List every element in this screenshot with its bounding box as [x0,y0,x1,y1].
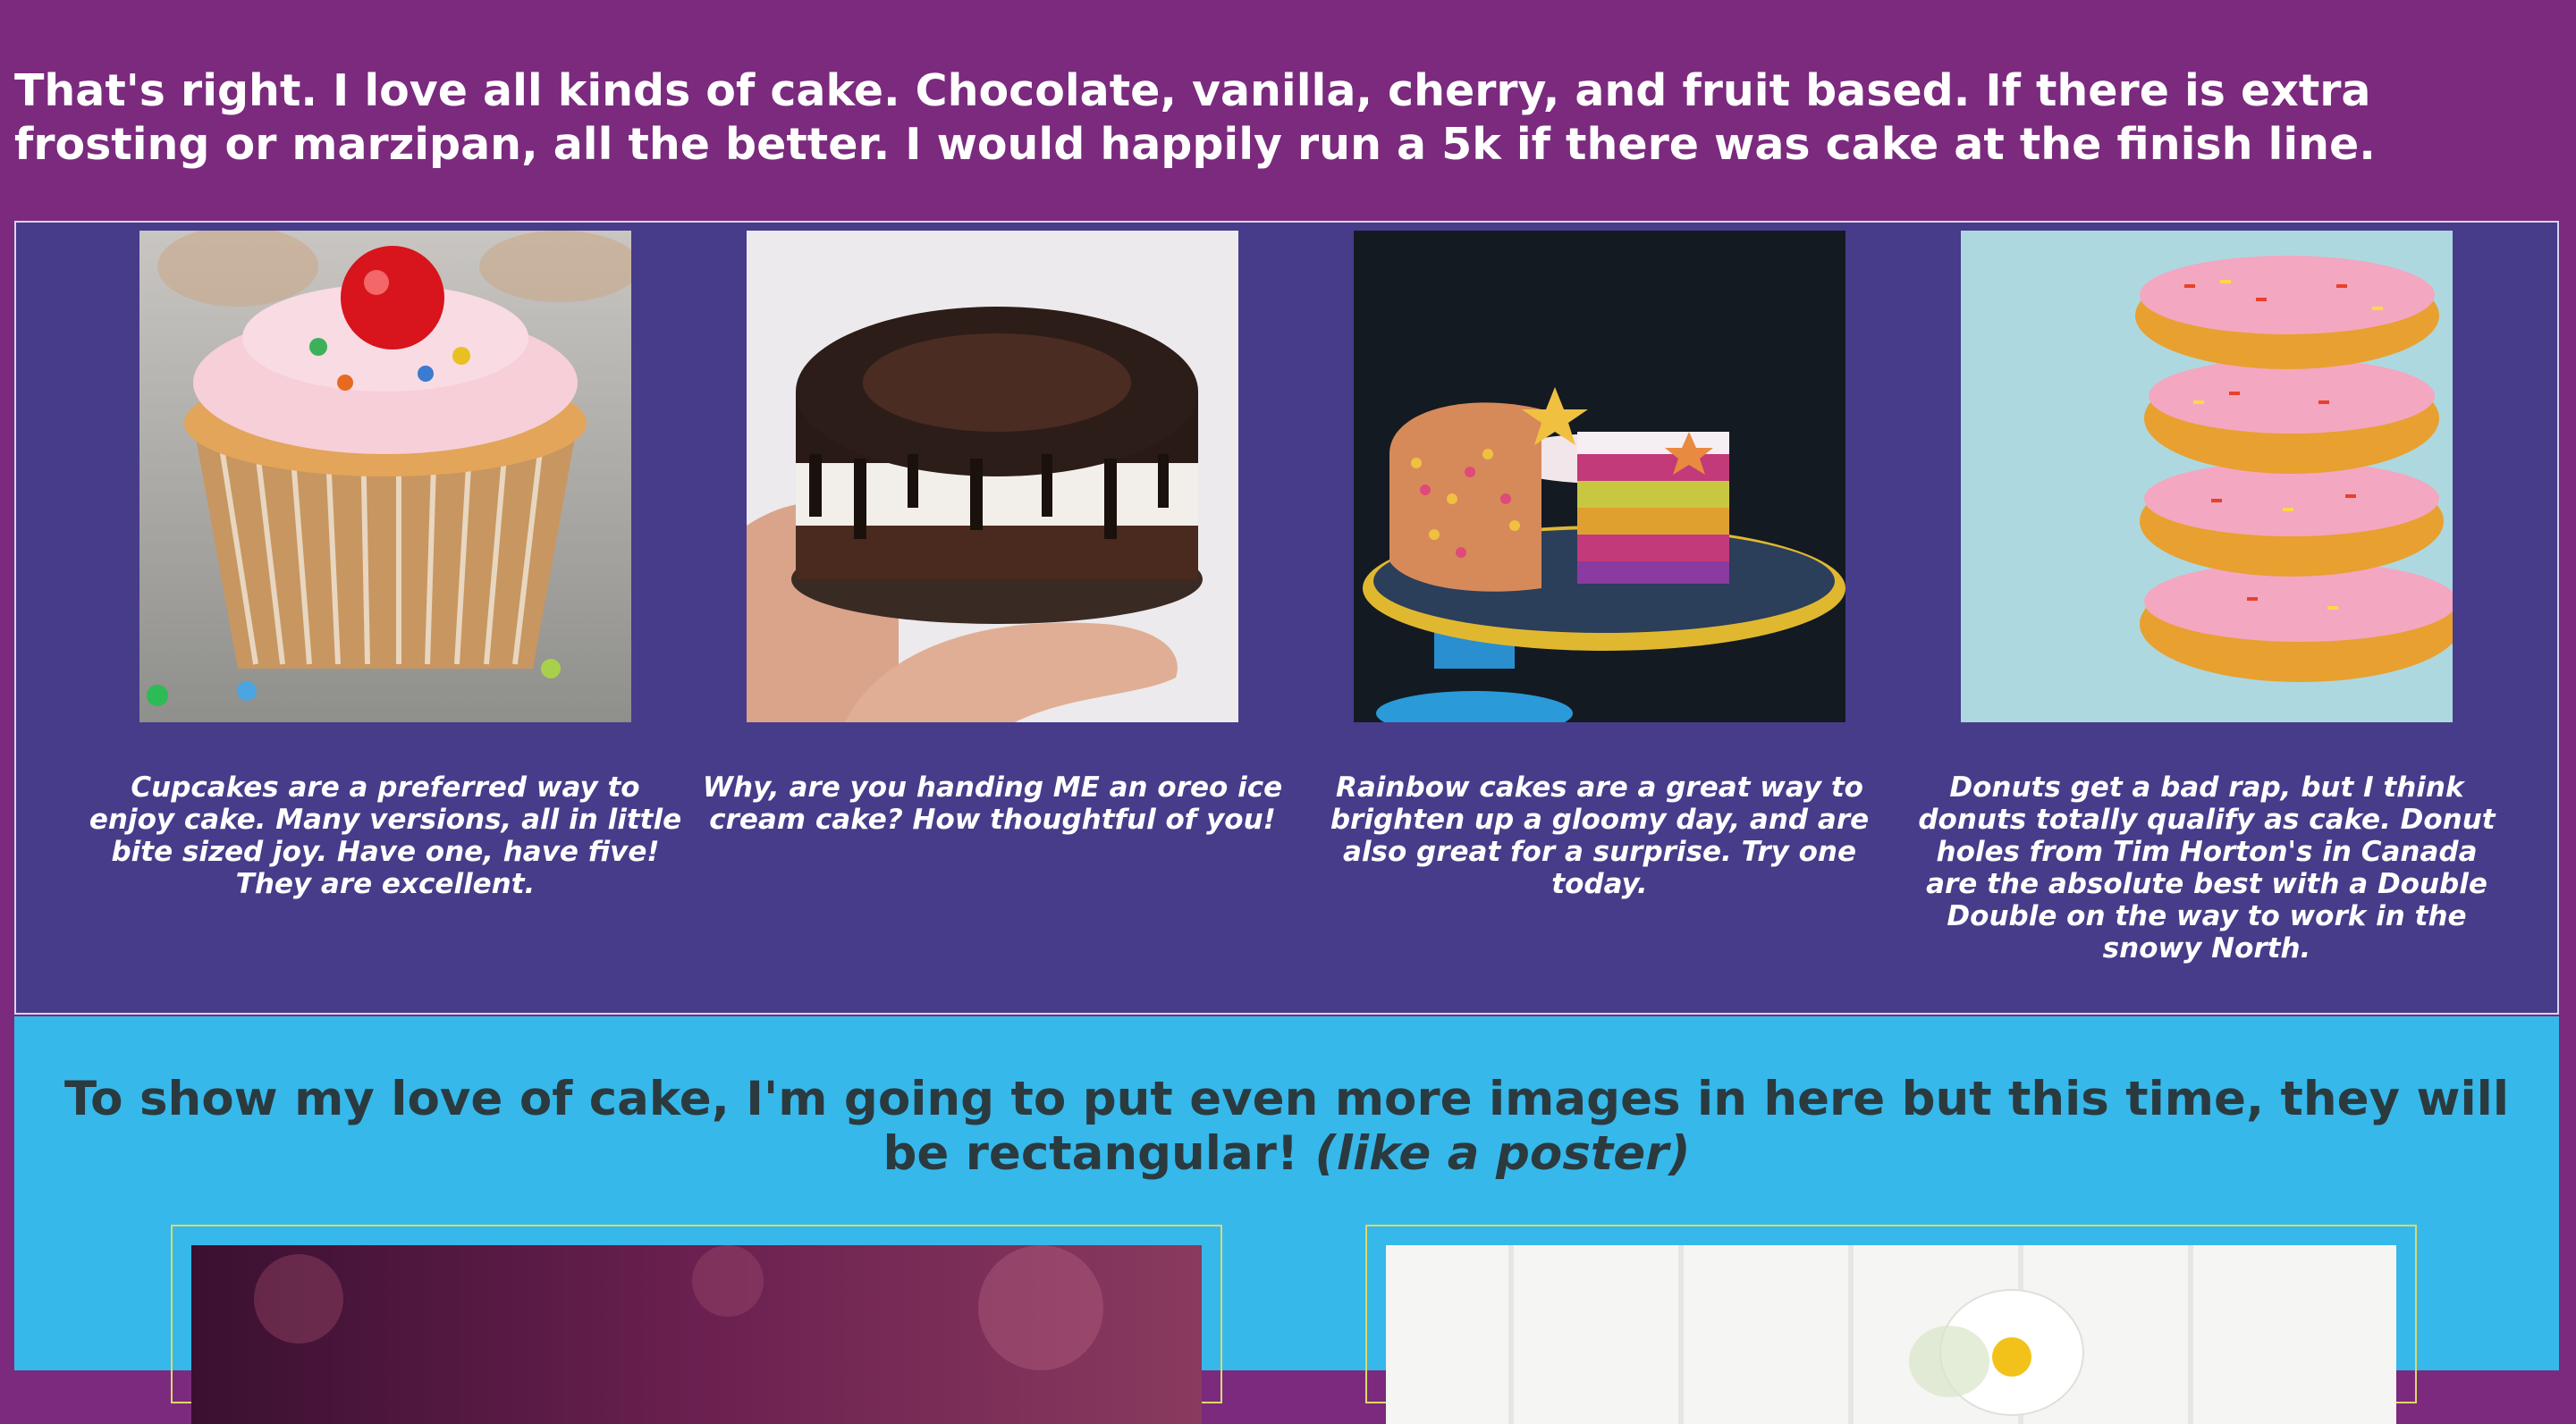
donuts-image [1961,231,2453,722]
poster-section: To show my love of cake, I'm going to pu… [14,1016,2559,1424]
intro-paragraph: That's right. I love all kinds of cake. … [14,65,2376,170]
poster-heading-main: To show my love of cake, I'm going to pu… [63,1072,2510,1181]
poster-frame-left [171,1225,1222,1424]
cupcake-caption: Cupcakes are a preferred way to enjoy ca… [89,771,682,900]
oreo-cake-image [747,231,1238,722]
cake-gallery: Cupcakes are a preferred way to enjoy ca… [14,221,2559,1015]
rainbow-cake-caption: Rainbow cakes are a great way to brighte… [1330,771,1870,900]
donuts-caption: Donuts get a bad rap, but I think donuts… [1918,771,2496,965]
cupcake-image [139,231,631,722]
white-flower-cake-poster-image [1386,1245,2396,1424]
poster-section-heading: To show my love of cake, I'm going to pu… [50,1072,2523,1181]
oreo-cake-caption: Why, are you handing ME an oreo ice crea… [702,771,1283,836]
poster-frame-right [1365,1225,2417,1424]
rainbow-cake-image [1354,231,1845,722]
poster-heading-emphasis: (like a poster) [1314,1126,1691,1181]
purple-bokeh-poster-image [191,1245,1202,1424]
